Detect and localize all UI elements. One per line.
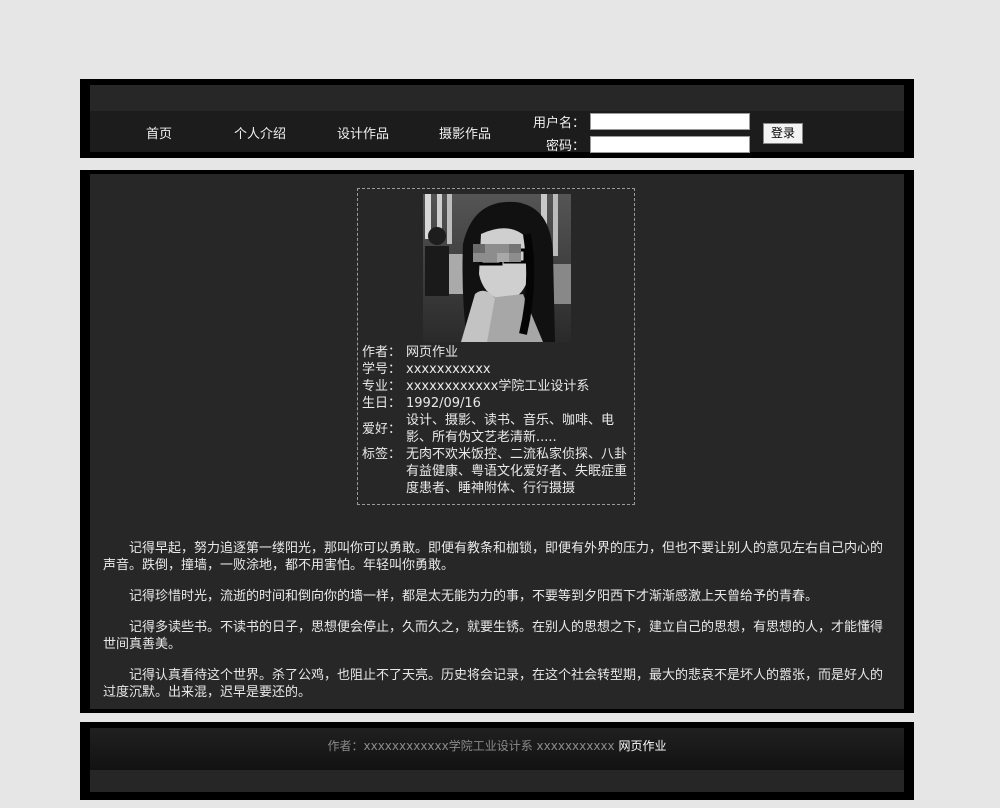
nav-design-works[interactable]: 设计作品: [337, 123, 389, 142]
login-button[interactable]: 登录: [763, 123, 803, 144]
header: 首页 个人介绍 设计作品 摄影作品 用户名： 密码： 登录: [80, 79, 914, 158]
intro-paragraph-3: 记得多读些书。不读书的日子，思想便会停止，久而久之，就要生锈。在别人的思想之下，…: [103, 620, 884, 652]
intro-paragraph-1: 记得早起，努力追逐第一缕阳光，那叫你可以勇敢。即便有教条和枷锁，即便有外界的压力…: [103, 541, 884, 573]
footer-credit-text: 作者：xxxxxxxxxxxx学院工业设计系 xxxxxxxxxxx: [327, 739, 615, 753]
footer-author: 网页作业: [618, 739, 667, 753]
profile-row-hobby: 爱好： 设计、摄影、读书、音乐、咖啡、电影、所有伪文艺老清新.....: [362, 412, 632, 446]
birthday-label: 生日：: [362, 396, 402, 411]
password-input[interactable]: [590, 136, 750, 153]
profile-photo: [423, 194, 571, 342]
nav-about[interactable]: 个人介绍: [234, 123, 286, 142]
nav-photo-works[interactable]: 摄影作品: [439, 123, 491, 142]
major-value: xxxxxxxxxxxx学院工业设计系: [406, 379, 590, 394]
id-label: 学号：: [362, 362, 402, 377]
hobby-value: 设计、摄影、读书、音乐、咖啡、电影、所有伪文艺老清新.....: [406, 413, 615, 445]
id-value: xxxxxxxxxxx: [406, 362, 491, 377]
tags-value: 无肉不欢米饭控、二流私家侦探、八卦有益健康、粤语文化爱好者、失眠症重度患者、睡神…: [406, 447, 628, 496]
profile-row-tags: 标签： 无肉不欢米饭控、二流私家侦探、八卦有益健康、粤语文化爱好者、失眠症重度患…: [362, 446, 632, 497]
header-top-strip: [90, 85, 904, 111]
footer-band: 作者：xxxxxxxxxxxx学院工业设计系 xxxxxxxxxxx 网页作业: [90, 728, 904, 770]
profile-info: 作者： 网页作业 学号： xxxxxxxxxxx 专业： xxxxxxxxxxx…: [362, 344, 632, 497]
main-panel: 作者： 网页作业 学号： xxxxxxxxxxx 专业： xxxxxxxxxxx…: [80, 170, 914, 713]
intro-paragraph-2: 记得珍惜时光，流逝的时间和倒向你的墙一样，都是太无能为力的事，不要等到夕阳西下才…: [129, 589, 819, 604]
profile-row-birthday: 生日： 1992/09/16: [362, 395, 632, 412]
portrait-image: [423, 194, 571, 342]
nav-bar: 首页 个人介绍 设计作品 摄影作品 用户名： 密码： 登录: [90, 111, 904, 154]
password-label: 密码：: [545, 139, 585, 154]
author-value: 网页作业: [406, 345, 459, 360]
author-label: 作者：: [362, 345, 402, 360]
profile-row-id: 学号： xxxxxxxxxxx: [362, 361, 632, 378]
intro-paragraph-4: 记得认真看待这个世界。杀了公鸡，也阻止不了天亮。历史将会记录，在这个社会转型期，…: [103, 668, 884, 700]
tags-label: 标签：: [362, 447, 402, 462]
footer-bottom-strip: [90, 770, 904, 792]
nav-home[interactable]: 首页: [146, 123, 172, 142]
profile-card: 作者： 网页作业 学号： xxxxxxxxxxx 专业： xxxxxxxxxxx…: [357, 188, 635, 505]
birthday-value: 1992/09/16: [406, 396, 481, 411]
username-label: 用户名：: [533, 116, 586, 131]
footer-credit: 作者：xxxxxxxxxxxx学院工业设计系 xxxxxxxxxxx 网页作业: [90, 734, 904, 758]
major-label: 专业：: [362, 379, 402, 394]
profile-row-author: 作者： 网页作业: [362, 344, 632, 361]
footer: 作者：xxxxxxxxxxxx学院工业设计系 xxxxxxxxxxx 网页作业: [80, 722, 914, 800]
content-area: 作者： 网页作业 学号： xxxxxxxxxxx 专业： xxxxxxxxxxx…: [90, 174, 904, 709]
hobby-label: 爱好：: [362, 421, 402, 437]
username-input[interactable]: [590, 113, 750, 130]
profile-row-major: 专业： xxxxxxxxxxxx学院工业设计系: [362, 378, 632, 395]
